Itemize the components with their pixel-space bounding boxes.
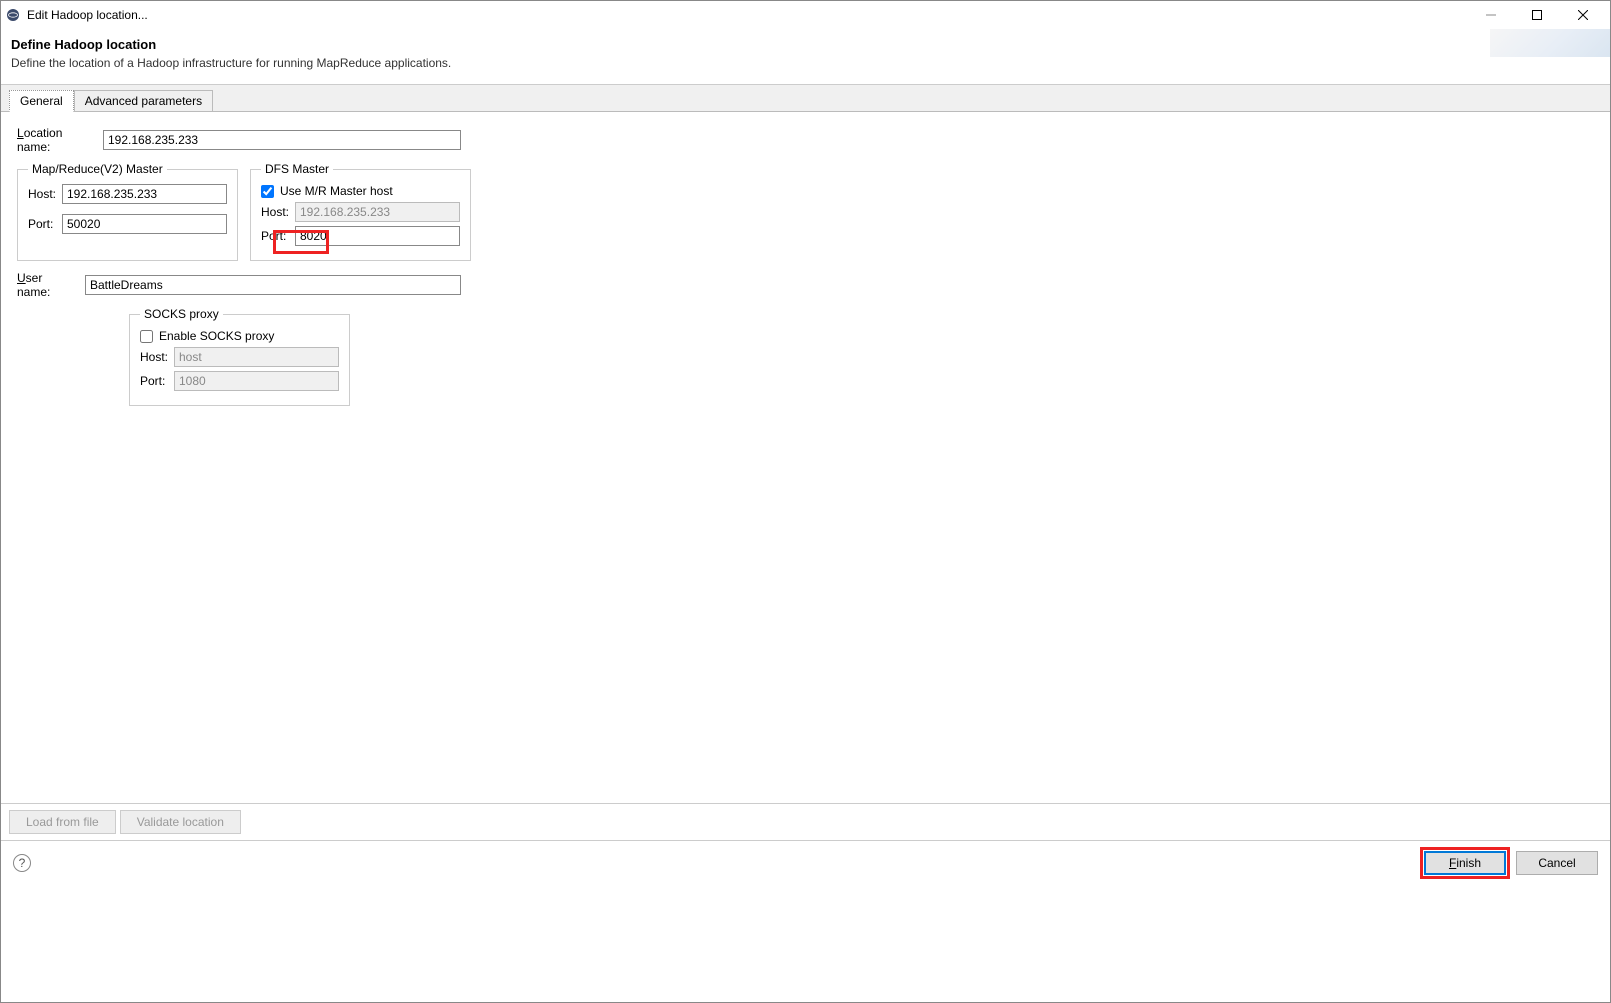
general-tab-content: Location name: Map/Reduce(V2) Master Hos… [1, 112, 1610, 804]
dfs-master-group: DFS Master Use M/R Master host Host: Por… [250, 162, 471, 261]
window-title: Edit Hadoop location... [27, 8, 1468, 22]
enable-socks-checkbox[interactable] [140, 330, 153, 343]
location-name-label: Location name: [17, 126, 97, 154]
mr-host-input[interactable] [62, 184, 227, 204]
socks-proxy-group: SOCKS proxy Enable SOCKS proxy Host: Por… [129, 307, 350, 406]
socks-host-input [174, 347, 339, 367]
mid-button-bar: Load from file Validate location [1, 804, 1610, 841]
mr-port-row: Port: [28, 214, 227, 234]
use-mr-host-label[interactable]: Use M/R Master host [280, 184, 393, 198]
minimize-button[interactable] [1468, 1, 1514, 29]
cancel-button[interactable]: Cancel [1516, 851, 1598, 875]
dialog-heading: Define Hadoop location [11, 37, 1600, 52]
window-controls [1468, 1, 1606, 29]
use-mr-host-row: Use M/R Master host [261, 184, 460, 198]
eclipse-icon [5, 7, 21, 23]
use-mr-host-checkbox[interactable] [261, 185, 274, 198]
maximize-button[interactable] [1514, 1, 1560, 29]
validate-location-button: Validate location [120, 810, 241, 834]
enable-socks-label[interactable]: Enable SOCKS proxy [159, 329, 274, 343]
socks-port-input [174, 371, 339, 391]
dialog-header: Define Hadoop location Define the locati… [1, 29, 1610, 85]
dfs-host-label: Host: [261, 205, 295, 219]
location-name-input[interactable] [103, 130, 461, 150]
tab-advanced-parameters[interactable]: Advanced parameters [74, 90, 213, 111]
enable-socks-row: Enable SOCKS proxy [140, 329, 339, 343]
tab-general[interactable]: General [9, 90, 74, 112]
socks-host-label: Host: [140, 350, 174, 364]
tab-strip: GeneralAdvanced parameters [1, 85, 1610, 112]
user-name-row: User name: [17, 271, 1594, 299]
dfs-port-row: Port: [261, 226, 460, 246]
socks-port-label: Port: [140, 374, 174, 388]
mapreduce-master-group: Map/Reduce(V2) Master Host: Port: [17, 162, 238, 261]
dialog-subheading: Define the location of a Hadoop infrastr… [11, 56, 1600, 70]
mr-host-row: Host: [28, 184, 227, 204]
dfs-port-label: Port: [261, 229, 295, 243]
dfs-master-legend: DFS Master [261, 162, 333, 176]
bottom-button-bar: ? Finish Cancel [1, 841, 1610, 885]
socks-port-row: Port: [140, 371, 339, 391]
mr-host-label: Host: [28, 187, 62, 201]
dfs-port-input[interactable] [295, 226, 460, 246]
location-name-row: Location name: [17, 126, 1594, 154]
header-banner-graphic [1490, 29, 1610, 57]
mapreduce-master-legend: Map/Reduce(V2) Master [28, 162, 167, 176]
load-from-file-button: Load from file [9, 810, 116, 834]
socks-proxy-legend: SOCKS proxy [140, 307, 223, 321]
socks-host-row: Host: [140, 347, 339, 367]
mr-port-label: Port: [28, 217, 62, 231]
masters-row: Map/Reduce(V2) Master Host: Port: DFS Ma… [17, 162, 1594, 261]
user-name-label: User name: [17, 271, 79, 299]
dfs-host-input [295, 202, 460, 222]
help-icon[interactable]: ? [13, 854, 31, 872]
titlebar: Edit Hadoop location... [1, 1, 1610, 29]
mr-port-input[interactable] [62, 214, 227, 234]
finish-button[interactable]: Finish [1424, 851, 1506, 875]
close-button[interactable] [1560, 1, 1606, 29]
dfs-host-row: Host: [261, 202, 460, 222]
user-name-input[interactable] [85, 275, 461, 295]
